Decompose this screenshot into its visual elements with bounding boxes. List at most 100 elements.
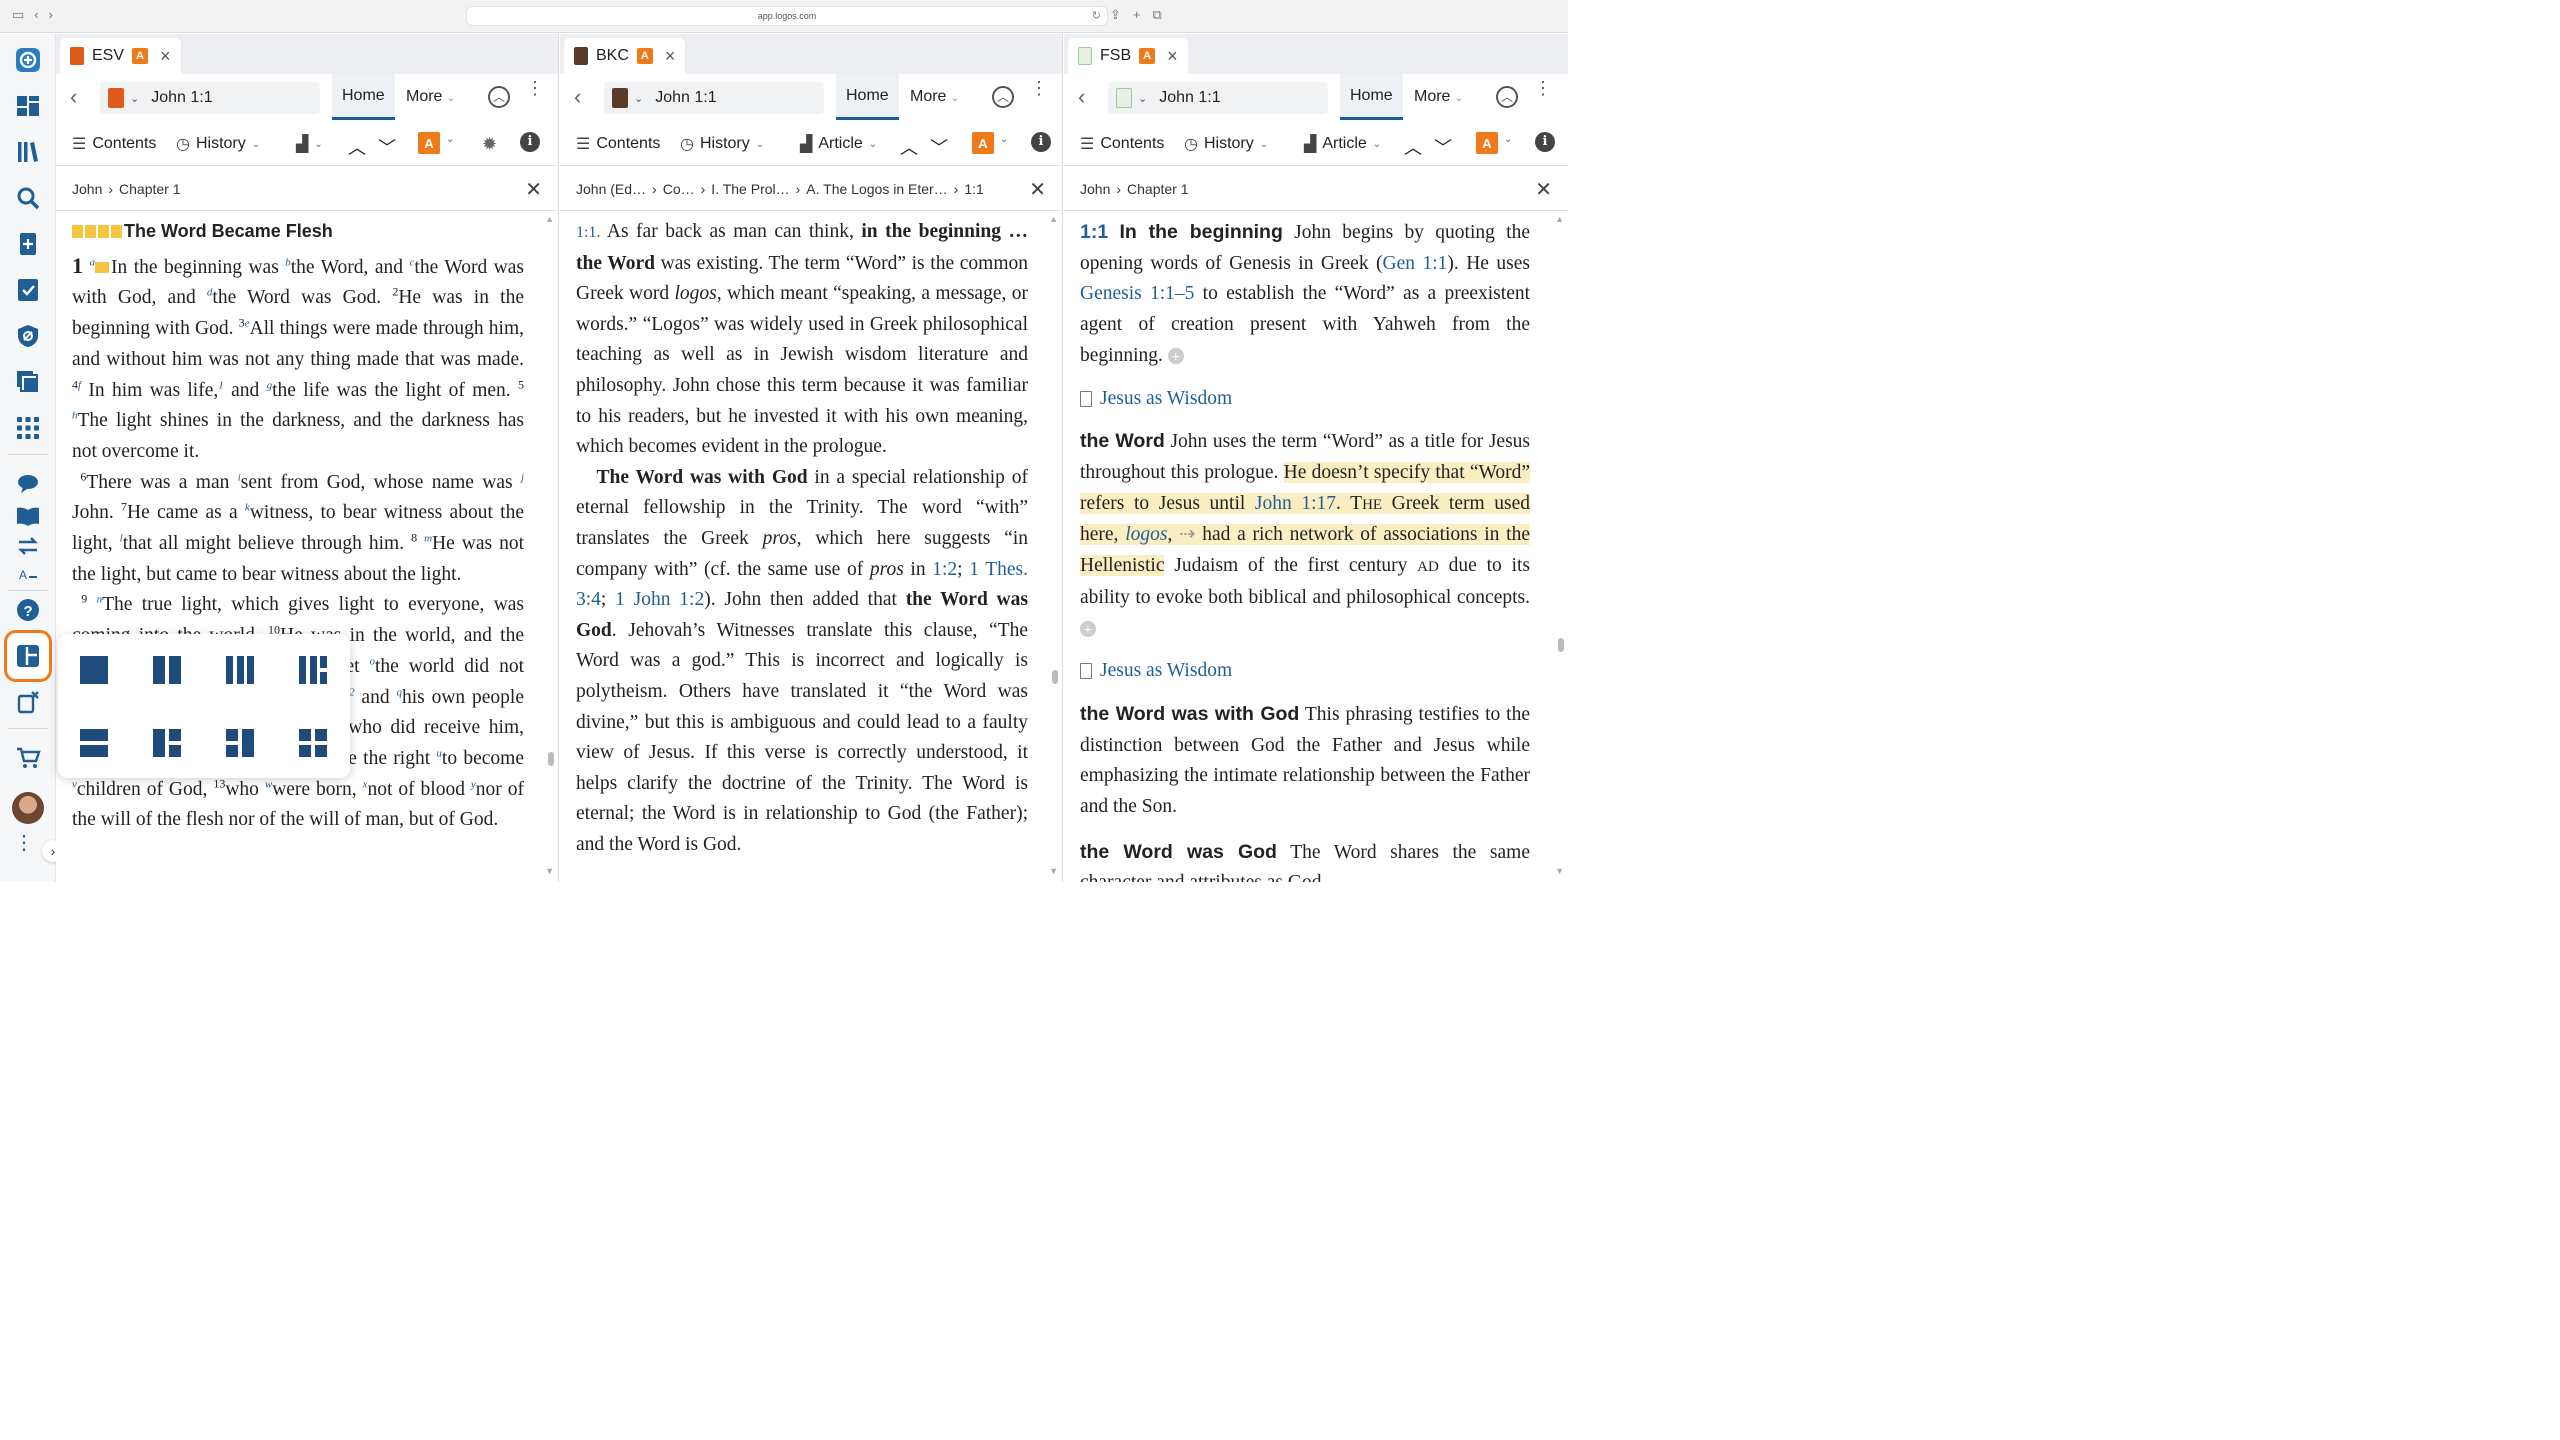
contents-button[interactable]: ☰ Contents [72, 134, 156, 154]
breadcrumb-item[interactable]: John (Ed… [576, 181, 646, 197]
back-icon[interactable]: ‹ [34, 7, 38, 23]
prev-up-icon[interactable]: ︿ [900, 134, 918, 160]
tabs-overview-icon[interactable]: ⧉ [1153, 7, 1162, 23]
layout-mixed-columns-icon[interactable] [299, 656, 327, 684]
scroll-down-icon[interactable]: ▼ [1049, 866, 1058, 876]
close-tab-icon[interactable]: × [665, 46, 676, 67]
prev-up-icon[interactable]: ︿ [1404, 134, 1422, 160]
next-down-icon[interactable]: ﹀ [930, 134, 948, 160]
history-button[interactable]: ◷ History ⌄ [680, 134, 764, 154]
article-link[interactable]: Jesus as Wisdom [1080, 384, 1530, 415]
home-button[interactable]: Home [1340, 74, 1403, 120]
expand-note-icon[interactable]: + [1080, 620, 1096, 637]
kebab-menu-icon[interactable]: ⋮ [1030, 79, 1048, 97]
note-icon[interactable] [94, 261, 109, 273]
scroll-top-icon[interactable]: ︿ [992, 86, 1014, 108]
reference-box[interactable]: ⌄ John 1:1 [604, 82, 824, 114]
reload-icon[interactable]: ↻ [1092, 7, 1101, 25]
scroll-top-icon[interactable]: ︿ [488, 86, 510, 108]
breadcrumb-item[interactable]: John [1080, 181, 1110, 197]
scroll-up-icon[interactable]: ▲ [1049, 214, 1058, 224]
layout-grid-right-icon[interactable] [226, 729, 254, 757]
expand-note-icon[interactable]: + [1167, 348, 1184, 365]
library-icon[interactable] [14, 138, 42, 166]
a-badge-icon[interactable]: A [1139, 48, 1156, 64]
apps-icon[interactable] [14, 414, 42, 442]
chevron-down-icon[interactable]: ⌄ [1138, 92, 1147, 105]
info-icon[interactable]: i [1535, 132, 1555, 152]
logos-icon[interactable] [14, 46, 42, 74]
breadcrumb-item[interactable]: John [72, 181, 102, 197]
chevron-down-icon[interactable]: ⌄ [1000, 134, 1008, 145]
more-button[interactable]: More ⌄ [910, 88, 959, 106]
visual-filter-button[interactable]: ▟ ⌄ [296, 134, 323, 154]
info-icon[interactable]: i [1031, 132, 1051, 152]
scroll-up-icon[interactable]: ▲ [545, 214, 554, 224]
layers-icon[interactable] [14, 368, 42, 396]
layout-three-column-icon[interactable] [226, 656, 254, 684]
layout-two-column-icon[interactable] [153, 656, 181, 684]
chevron-down-icon[interactable]: ⌄ [446, 134, 454, 145]
a-highlight-button[interactable]: A [418, 132, 440, 154]
scrollbar-thumb[interactable] [548, 752, 554, 766]
breadcrumb-item[interactable]: Chapter 1 [119, 181, 180, 197]
sidebar-toggle-icon[interactable]: ▭ [12, 7, 24, 23]
article-button[interactable]: ▟ Article ⌄ [1304, 134, 1381, 154]
history-button[interactable]: ◷ History ⌄ [176, 134, 260, 154]
info-icon[interactable]: i [520, 132, 540, 152]
prev-up-icon[interactable]: ︿ [348, 134, 366, 160]
a-badge-icon[interactable]: A [636, 48, 653, 64]
history-button[interactable]: ◷ History ⌄ [1184, 134, 1268, 154]
breadcrumb-item[interactable]: Co… [663, 181, 695, 197]
layouts-icon[interactable] [14, 642, 42, 670]
text-size-icon[interactable]: A [14, 562, 42, 590]
back-icon[interactable]: ‹ [1078, 84, 1085, 110]
reading-plan-icon[interactable] [14, 502, 42, 530]
close-breadcrumb-icon[interactable]: ✕ [525, 177, 542, 202]
share-icon[interactable]: ⇪ [1110, 7, 1121, 23]
help-icon[interactable]: ? [14, 596, 42, 624]
tab-fsb[interactable]: FSB A × [1068, 38, 1188, 74]
breadcrumb-item[interactable]: Chapter 1 [1127, 181, 1188, 197]
more-button[interactable]: More ⌄ [1414, 88, 1463, 106]
tab-bkc[interactable]: BKC A × [564, 38, 686, 74]
scrollbar-thumb[interactable] [1558, 638, 1564, 652]
next-down-icon[interactable]: ﹀ [1434, 134, 1452, 160]
layout-four-grid-icon[interactable] [299, 729, 327, 757]
new-tab-icon[interactable]: + [1133, 7, 1141, 23]
back-icon[interactable]: ‹ [70, 84, 77, 110]
search-icon[interactable] [14, 184, 42, 212]
more-icon[interactable]: ⋮ [14, 833, 34, 868]
close-tab-icon[interactable]: × [1167, 46, 1178, 67]
home-button[interactable]: Home [332, 74, 395, 120]
add-document-icon[interactable] [14, 230, 42, 258]
breadcrumb-item[interactable]: A. The Logos in Eter… [806, 181, 947, 197]
reference-box[interactable]: ⌄ John 1:1 [100, 82, 320, 114]
cart-icon[interactable] [14, 744, 42, 772]
breadcrumb-item[interactable]: I. The Prol… [711, 181, 789, 197]
forward-icon[interactable]: › [49, 7, 53, 23]
breadcrumb-item[interactable]: 1:1 [964, 181, 983, 197]
contents-button[interactable]: ☰ Contents [1080, 134, 1164, 154]
next-down-icon[interactable]: ﹀ [378, 134, 396, 160]
close-breadcrumb-icon[interactable]: ✕ [1029, 177, 1046, 202]
back-icon[interactable]: ‹ [574, 84, 581, 110]
layout-grid-left-icon[interactable] [153, 729, 181, 757]
shield-icon[interactable] [14, 322, 42, 350]
dashboard-icon[interactable] [14, 92, 42, 120]
lightbulb-icon[interactable]: ✹ [482, 134, 497, 155]
kebab-menu-icon[interactable]: ⋮ [1534, 79, 1552, 97]
article-link[interactable]: Jesus as Wisdom [1080, 656, 1530, 687]
a-highlight-button[interactable]: A [972, 132, 994, 154]
chevron-down-icon[interactable]: ⌄ [1504, 134, 1512, 145]
scroll-up-icon[interactable]: ▲ [1555, 214, 1564, 224]
chevron-down-icon[interactable]: ⌄ [634, 92, 643, 105]
avatar[interactable] [12, 792, 44, 824]
tab-esv[interactable]: ESV A × [60, 38, 181, 74]
reference-box[interactable]: ⌄ John 1:1 [1108, 82, 1328, 114]
kebab-menu-icon[interactable]: ⋮ [526, 79, 544, 97]
scroll-down-icon[interactable]: ▼ [1555, 866, 1564, 876]
swap-icon[interactable] [14, 532, 42, 560]
scroll-top-icon[interactable]: ︿ [1496, 86, 1518, 108]
scroll-down-icon[interactable]: ▼ [545, 866, 554, 876]
